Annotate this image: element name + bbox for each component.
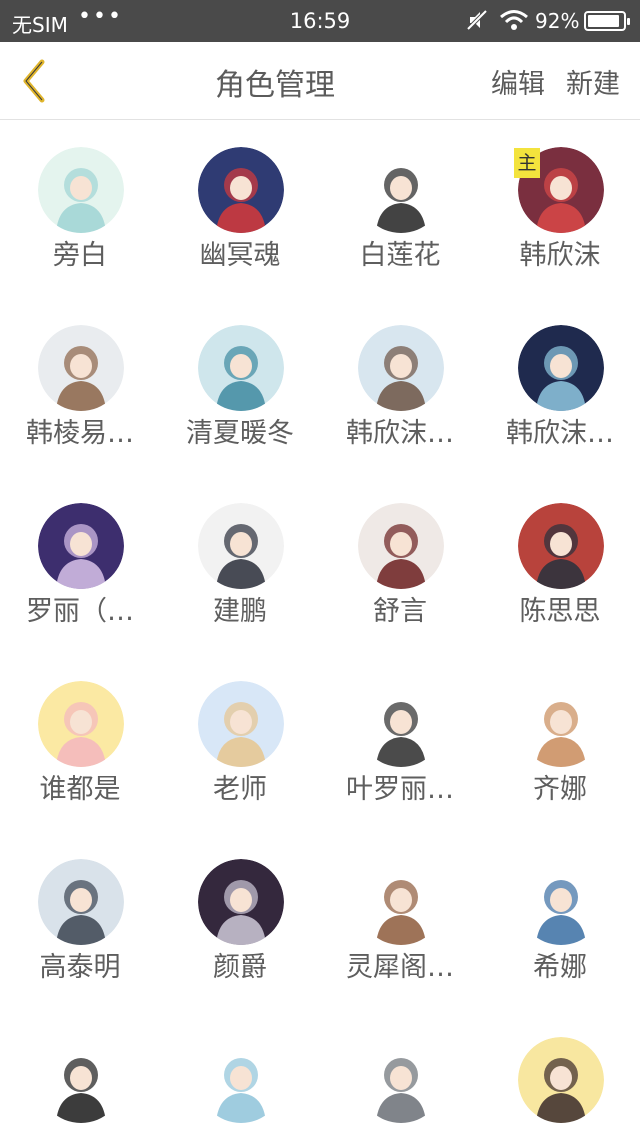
avatar: [518, 859, 604, 945]
role-name: 罗丽（…: [26, 596, 134, 627]
role-name: 清夏暖冬: [186, 418, 294, 449]
nav-bar: 角色管理 编辑 新建: [0, 42, 640, 120]
role-item[interactable]: 高泰明: [0, 833, 160, 1011]
role-name: 韩欣沫…: [506, 418, 614, 449]
wifi-icon: [500, 10, 528, 30]
role-item[interactable]: 颜爵: [160, 833, 320, 1011]
role-item[interactable]: 叶罗丽…: [320, 655, 480, 833]
avatar: [198, 147, 284, 233]
role-name: 灵犀阁…: [346, 952, 454, 983]
role-item[interactable]: 谁都是: [0, 655, 160, 833]
role-item[interactable]: [320, 1011, 480, 1138]
role-name: 高泰明: [39, 952, 121, 983]
avatar: [358, 1037, 444, 1123]
avatar: [38, 503, 124, 589]
role-item[interactable]: [480, 1011, 640, 1138]
role-item[interactable]: [0, 1011, 160, 1138]
role-item[interactable]: 罗丽（…: [0, 477, 160, 655]
role-name: 叶罗丽…: [346, 774, 454, 805]
role-name: 齐娜: [533, 774, 587, 805]
avatar: [198, 859, 284, 945]
role-item[interactable]: 幽冥魂: [160, 121, 320, 299]
edit-button[interactable]: 编辑: [491, 62, 545, 101]
role-name: 陈思思: [519, 596, 601, 627]
role-item[interactable]: [160, 1011, 320, 1138]
role-item[interactable]: 韩欣沫…: [480, 299, 640, 477]
role-item[interactable]: 齐娜: [480, 655, 640, 833]
role-item[interactable]: 建鹏: [160, 477, 320, 655]
role-item[interactable]: 旁白: [0, 121, 160, 299]
role-item[interactable]: 灵犀阁…: [320, 833, 480, 1011]
main-role-badge: 主: [514, 148, 540, 178]
avatar: [38, 325, 124, 411]
avatar: [358, 147, 444, 233]
role-item[interactable]: 韩欣沫: [480, 121, 640, 299]
role-name: 颜爵: [213, 952, 267, 983]
battery-percent: 92%: [535, 9, 580, 33]
avatar: [358, 859, 444, 945]
avatar: [518, 325, 604, 411]
avatar: [358, 681, 444, 767]
role-name: 老师: [213, 774, 267, 805]
role-name: 幽冥魂: [199, 240, 281, 271]
role-item[interactable]: 希娜: [480, 833, 640, 1011]
role-name: 白莲花: [359, 240, 441, 271]
battery-icon: [584, 11, 630, 31]
mute-icon: [467, 9, 487, 31]
avatar: [198, 1037, 284, 1123]
status-bar: 无SIM ••• 16:59 92%: [0, 0, 640, 42]
role-name: 建鹏: [213, 596, 267, 627]
page-title: 角色管理: [215, 68, 335, 103]
role-item[interactable]: 陈思思: [480, 477, 640, 655]
role-name: 希娜: [533, 952, 587, 983]
avatar: [38, 147, 124, 233]
new-button[interactable]: 新建: [566, 62, 620, 101]
role-name: 旁白: [53, 240, 107, 271]
role-name: 韩欣沫: [519, 240, 601, 271]
role-item[interactable]: 白莲花: [320, 121, 480, 299]
avatar: [198, 503, 284, 589]
avatar: [38, 859, 124, 945]
avatar: [358, 325, 444, 411]
role-name: 谁都是: [39, 774, 121, 805]
role-item[interactable]: 清夏暖冬: [160, 299, 320, 477]
avatar: [518, 1037, 604, 1123]
role-name: 舒言: [373, 596, 427, 627]
avatar: [38, 681, 124, 767]
avatar: [198, 325, 284, 411]
role-grid: 旁白 幽冥魂 白莲花 韩欣沫韩棱易… 清夏暖冬 韩欣沫… 韩欣沫… 罗丽（… 建鹏 舒言 陈思思谁都…: [0, 121, 640, 1138]
avatar: [518, 503, 604, 589]
avatar: [198, 681, 284, 767]
role-name: 韩欣沫…: [346, 418, 454, 449]
role-item[interactable]: 舒言: [320, 477, 480, 655]
avatar: [358, 503, 444, 589]
role-item[interactable]: 韩棱易…: [0, 299, 160, 477]
role-name: 韩棱易…: [26, 418, 134, 449]
role-item[interactable]: 老师: [160, 655, 320, 833]
avatar: [38, 1037, 124, 1123]
role-item[interactable]: 韩欣沫…: [320, 299, 480, 477]
avatar: [518, 681, 604, 767]
